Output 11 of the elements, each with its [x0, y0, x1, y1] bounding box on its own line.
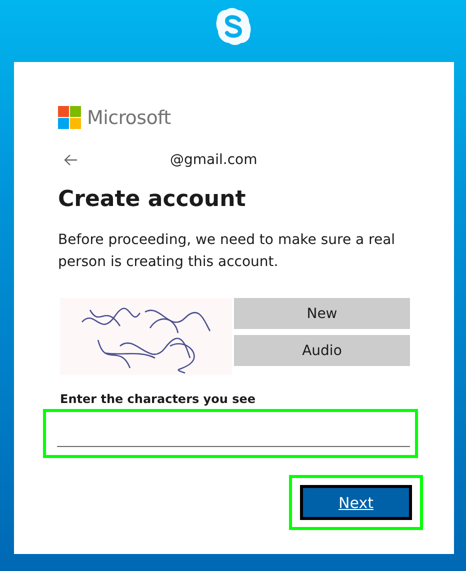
next-button[interactable]: Next	[300, 485, 412, 520]
back-arrow-icon[interactable]	[64, 153, 78, 167]
microsoft-logo-icon	[58, 106, 81, 129]
skype-logo-icon	[214, 8, 252, 45]
captcha-option-button[interactable]: New	[234, 298, 410, 329]
field-label: Enter the characters you see	[60, 392, 257, 406]
instruction-text: Before proceeding, we need to make sure a real person is creating this account.	[58, 231, 396, 272]
brand-name: Microsoft	[87, 106, 171, 128]
page-title: Create account	[58, 186, 247, 214]
captcha-option-button[interactable]: Audio	[234, 335, 410, 366]
account-email: @gmail.com	[170, 152, 258, 168]
